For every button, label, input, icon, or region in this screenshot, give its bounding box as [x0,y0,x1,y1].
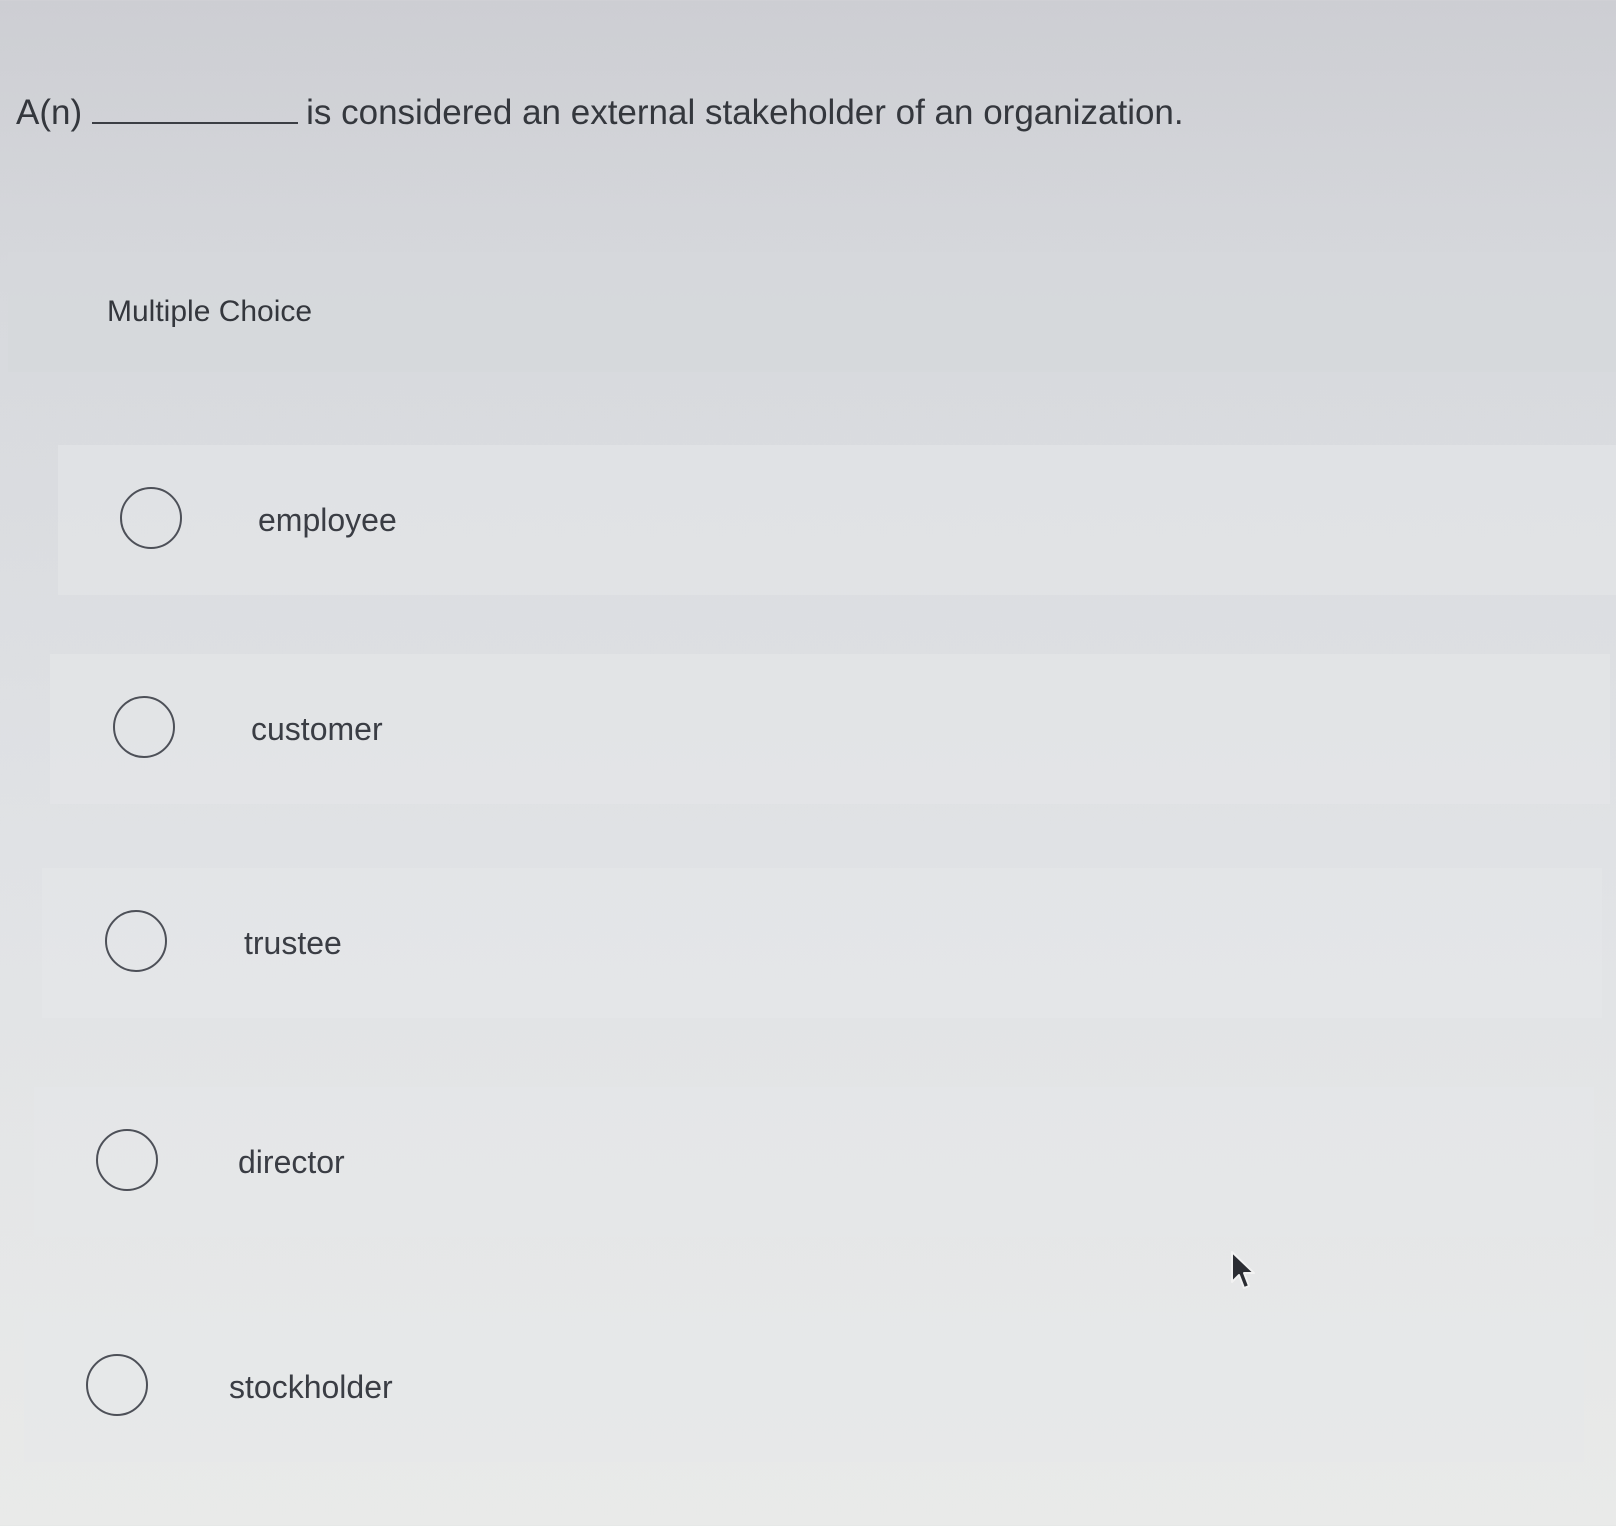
option-label: trustee [244,925,342,961]
option-customer[interactable]: customer [50,654,1610,804]
question-suffix: is considered an external stakeholder of… [306,93,1184,132]
option-label: employee [258,502,397,538]
option-trustee[interactable]: trustee [42,868,1602,1018]
radio-unchecked-icon[interactable] [86,1354,148,1416]
multiple-choice-label: Multiple Choice [107,295,313,328]
radio-unchecked-icon[interactable] [120,487,182,549]
radio-unchecked-icon[interactable] [105,910,167,972]
question-text: A(n) is considered an external stakeholde… [16,88,1184,136]
radio-unchecked-icon[interactable] [113,696,175,758]
radio-unchecked-icon[interactable] [96,1129,158,1191]
answer-blank [92,88,299,124]
option-label: director [238,1144,345,1180]
option-label: stockholder [229,1369,393,1405]
option-stockholder[interactable]: stockholder [24,1312,1584,1462]
option-director[interactable]: director [34,1087,1594,1237]
option-employee[interactable]: employee [58,445,1616,595]
option-label: customer [251,711,383,747]
mouse-pointer-icon [1231,1251,1255,1289]
question-prefix: A(n) [16,93,83,132]
